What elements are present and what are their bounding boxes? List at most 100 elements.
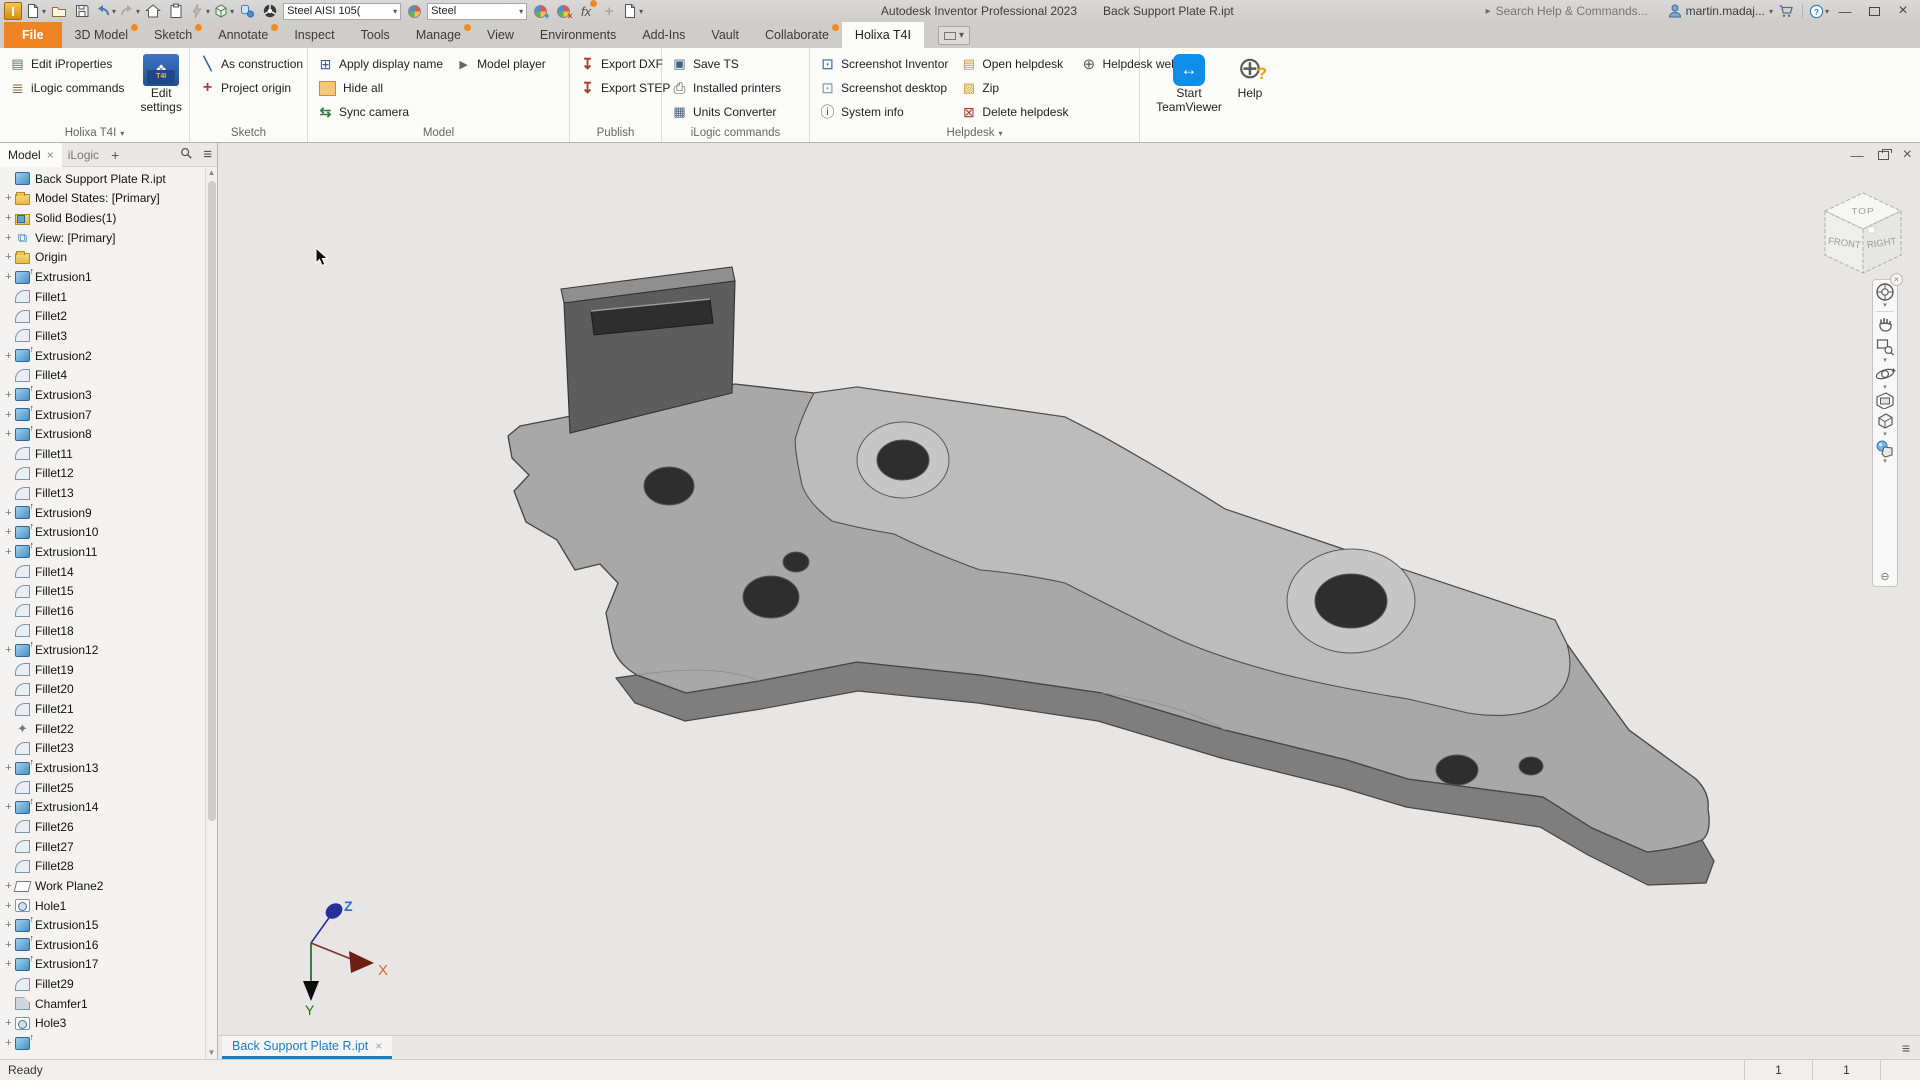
ribbon-tab[interactable]: View xyxy=(474,22,527,48)
ribbon-button[interactable]: iLogic commands xyxy=(4,76,129,100)
ribbon-display-toggle[interactable]: ▾ xyxy=(938,26,970,45)
ribbon-button[interactable]: Sync camera xyxy=(312,100,448,124)
navbar-close-icon[interactable]: × xyxy=(1890,273,1903,286)
tree-expander[interactable]: + xyxy=(2,192,15,204)
ribbon-button[interactable]: Hide all xyxy=(312,76,448,100)
ribbon-button[interactable]: Apply display name xyxy=(312,52,448,76)
save-button[interactable] xyxy=(72,1,92,21)
navbar-caret[interactable]: ▾ xyxy=(1883,431,1887,438)
ribbon-button[interactable]: As construction xyxy=(194,52,308,76)
tree-item[interactable]: Fillet18 xyxy=(0,621,205,641)
doc-restore-button[interactable] xyxy=(1878,151,1889,160)
ribbon-tab[interactable]: 3D Model xyxy=(62,22,142,48)
ribbon-button[interactable]: Project origin xyxy=(194,76,308,100)
ribbon-tab[interactable]: Inspect xyxy=(281,22,347,48)
ribbon-button[interactable]: Installed printers xyxy=(666,76,786,100)
tree-item[interactable]: + Origin xyxy=(0,248,205,268)
tree-item[interactable]: Back Support Plate R.ipt xyxy=(0,169,205,189)
tree-expander[interactable]: + xyxy=(2,1017,15,1029)
tree-item[interactable]: Fillet25 xyxy=(0,778,205,798)
tree-expander[interactable]: + xyxy=(2,939,15,951)
tree-item[interactable]: + Work Plane2 xyxy=(0,876,205,896)
search-icon[interactable] xyxy=(174,146,198,163)
tree-expander[interactable]: + xyxy=(2,900,15,912)
user-menu[interactable]: martin.madaj... xyxy=(1686,4,1765,18)
ribbon-button[interactable]: Delete helpdesk xyxy=(955,100,1073,124)
ribbon-tab[interactable]: Add-Ins xyxy=(629,22,698,48)
tree-expander[interactable]: + xyxy=(2,271,15,283)
tree-expander[interactable]: + xyxy=(2,428,15,440)
appearance-clear-icon[interactable]: × xyxy=(553,1,573,21)
user-menu-caret[interactable]: ▾ xyxy=(1769,7,1773,16)
ribbon-tab[interactable]: Manage xyxy=(403,22,474,48)
tree-item[interactable]: + Extrusion14 xyxy=(0,798,205,818)
ilogic-trigger-button[interactable]: ▾ xyxy=(189,1,210,21)
tree-expander[interactable]: + xyxy=(2,644,15,656)
tree-expander[interactable]: + xyxy=(2,389,15,401)
tab-close-icon[interactable]: × xyxy=(375,1039,382,1053)
tree-expander[interactable]: + xyxy=(2,507,15,519)
undo-button[interactable]: ▾ xyxy=(95,1,116,21)
paste-button[interactable] xyxy=(166,1,186,21)
tree-item[interactable]: Fillet13 xyxy=(0,483,205,503)
help-button[interactable]: ⊕? Help xyxy=(1227,52,1273,100)
ribbon-tab[interactable]: Tools xyxy=(348,22,403,48)
tree-item[interactable]: + xyxy=(0,1033,205,1053)
doc-stack-button[interactable]: ▾ xyxy=(622,1,643,21)
tree-item[interactable]: + Extrusion15 xyxy=(0,915,205,935)
ribbon-tab[interactable]: Sketch xyxy=(141,22,205,48)
restore-button[interactable] xyxy=(1861,1,1887,21)
search-expand-icon[interactable]: ▸ xyxy=(1486,6,1491,17)
doc-close-button[interactable]: × xyxy=(1903,146,1912,164)
look-at-icon[interactable] xyxy=(1874,391,1896,409)
tab-list-menu-icon[interactable]: ≡ xyxy=(1892,1036,1920,1059)
tree-expander[interactable]: + xyxy=(2,801,15,813)
navbar-caret[interactable]: ▾ xyxy=(1883,384,1887,391)
tree-item[interactable]: Fillet3 xyxy=(0,326,205,346)
tree-expander[interactable]: + xyxy=(2,251,15,263)
browser-tab-add[interactable]: + xyxy=(105,147,125,163)
tree-item[interactable]: + Extrusion17 xyxy=(0,955,205,975)
ribbon-button[interactable]: Model player xyxy=(450,52,551,76)
ribbon-button[interactable]: Zip xyxy=(955,76,1073,100)
appearance-add-icon[interactable]: + xyxy=(530,1,550,21)
tree-item[interactable]: + Extrusion9 xyxy=(0,503,205,523)
ribbon-tab[interactable]: Holixa T4I xyxy=(842,22,924,48)
ribbon-button[interactable]: Export STEP xyxy=(574,76,675,100)
tree-item[interactable]: Fillet14 xyxy=(0,562,205,582)
material-wheel-icon[interactable] xyxy=(404,1,424,21)
search-input[interactable] xyxy=(1496,3,1664,20)
tree-item[interactable]: + Extrusion12 xyxy=(0,640,205,660)
tree-expander[interactable]: + xyxy=(2,958,15,970)
ribbon-button[interactable]: Screenshot Inventor xyxy=(814,52,953,76)
tree-item[interactable]: Fillet27 xyxy=(0,837,205,857)
tree-item[interactable]: + Extrusion13 xyxy=(0,758,205,778)
tree-item[interactable]: Fillet19 xyxy=(0,660,205,680)
home-button[interactable] xyxy=(143,1,163,21)
tree-item[interactable]: Fillet4 xyxy=(0,365,205,385)
tree-item[interactable]: + Model States: [Primary] xyxy=(0,189,205,209)
ribbon-button[interactable]: Export DXF xyxy=(574,52,675,76)
parameters-fx-button[interactable]: fx xyxy=(576,1,596,21)
redo-button[interactable]: ▾ xyxy=(119,1,140,21)
tree-expander[interactable]: + xyxy=(2,526,15,538)
tree-expander[interactable]: + xyxy=(2,919,15,931)
tree-item[interactable]: + Solid Bodies(1) xyxy=(0,208,205,228)
ribbon-button[interactable]: Screenshot desktop xyxy=(814,76,953,100)
tree-item[interactable]: + Extrusion10 xyxy=(0,523,205,543)
store-cart-button[interactable] xyxy=(1776,1,1796,21)
tree-expander[interactable]: + xyxy=(2,212,15,224)
ribbon-button[interactable]: Save TS xyxy=(666,52,786,76)
tree-item[interactable]: + Extrusion16 xyxy=(0,935,205,955)
minimize-button[interactable]: — xyxy=(1832,1,1858,21)
tree-item[interactable]: + View: [Primary] xyxy=(0,228,205,248)
ribbon-button[interactable]: Units Converter xyxy=(666,100,786,124)
tree-expander[interactable]: + xyxy=(2,232,15,244)
close-button[interactable]: × xyxy=(1890,1,1916,21)
ribbon-button[interactable]: Open helpdesk xyxy=(955,52,1073,76)
pan-hand-icon[interactable] xyxy=(1875,314,1895,334)
tree-item[interactable]: Fillet29 xyxy=(0,974,205,994)
ribbon-tab[interactable]: Annotate xyxy=(205,22,281,48)
tree-item[interactable]: Chamfer1 xyxy=(0,994,205,1014)
local-update-button[interactable] xyxy=(237,1,257,21)
